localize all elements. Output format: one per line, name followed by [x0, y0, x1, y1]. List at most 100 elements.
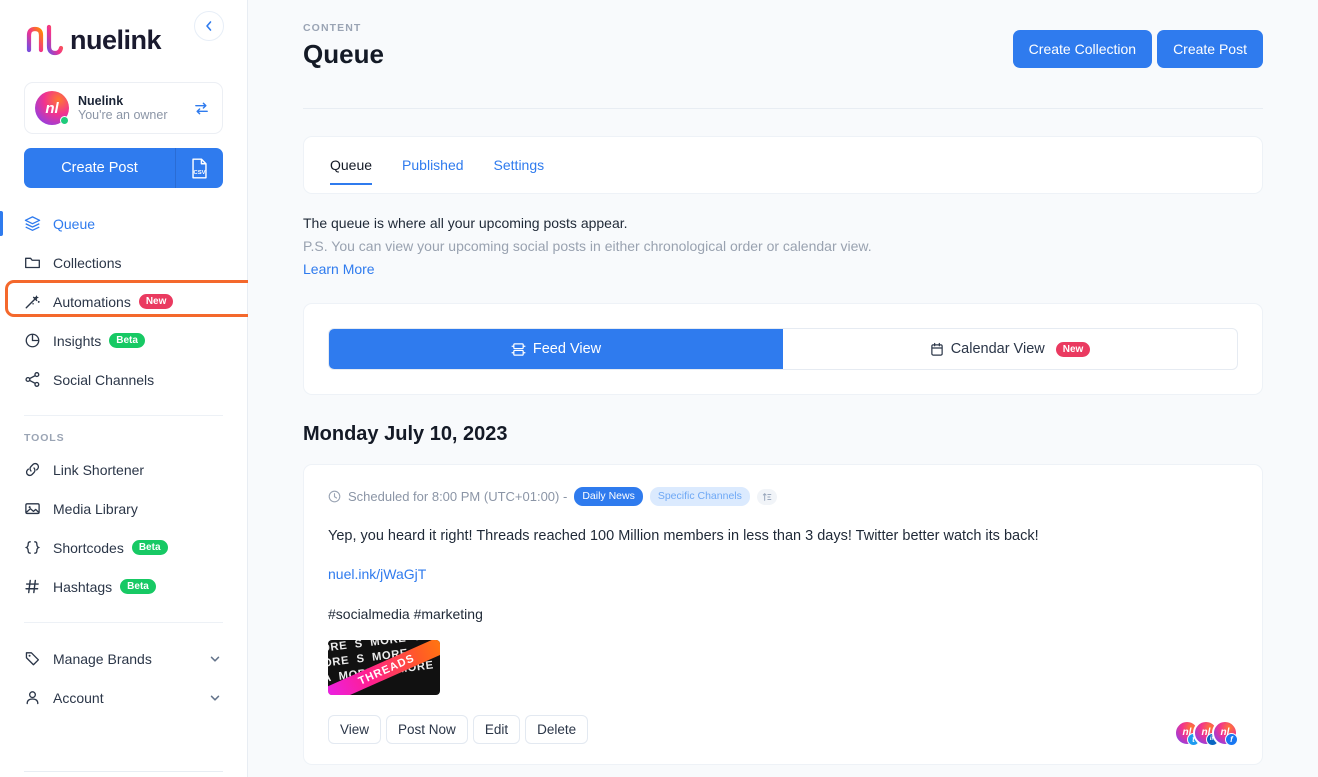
profile-text: Nuelink You're an owner [78, 94, 193, 123]
post-channel-avatars: nl t nl in nl f [1174, 719, 1238, 746]
sidebar-item-label: Collections [53, 254, 122, 271]
feed-view-label: Feed View [532, 341, 602, 358]
sidebar-item-label: Shortcodes [53, 539, 124, 556]
nuelink-logo-icon [24, 23, 66, 57]
view-button[interactable]: View [328, 714, 382, 744]
breadcrumb: CONTENT [303, 22, 362, 34]
sidebar-item-label: Account [53, 689, 104, 706]
post-short-link[interactable]: nuel.ink/jWaGjT [328, 566, 426, 582]
tools-nav: Link Shortener Media Library Shortcodes … [0, 450, 247, 606]
sidebar-item-label: Queue [53, 215, 96, 232]
post-schedule-text: Scheduled for 8:00 PM (UTC+01:00) - [348, 489, 568, 505]
sidebar-item-label: Social Channels [53, 371, 155, 388]
avatar: nl [35, 91, 69, 125]
csv-file-icon[interactable]: CSV [176, 148, 223, 188]
pie-chart-icon [24, 332, 46, 349]
workspace-profile-card[interactable]: nl Nuelink You're an owner [24, 82, 223, 134]
chevron-down-icon[interactable] [209, 692, 221, 704]
sidebar-item-label: Insights [53, 332, 102, 349]
sidebar-item-queue[interactable]: Queue [0, 204, 247, 243]
sidebar-item-link-shortener[interactable]: Link Shortener [0, 450, 247, 489]
post-hashtags: #socialmedia #marketing [328, 605, 483, 622]
sidebar-item-label: Media Library [53, 500, 138, 517]
braces-icon [24, 539, 46, 556]
post-actions: View Post Now Edit Delete [328, 714, 1238, 744]
magic-wand-icon [24, 293, 46, 310]
online-status-dot [60, 116, 69, 125]
view-mode-card: Feed View Calendar View New [303, 303, 1263, 396]
tools-section-label: TOOLS [24, 432, 65, 444]
user-icon [24, 689, 46, 706]
sidebar-item-social-channels[interactable]: Social Channels [0, 360, 247, 399]
hash-icon [24, 578, 46, 595]
switch-accounts-icon[interactable] [193, 100, 212, 117]
chevron-left-icon [206, 21, 212, 31]
clock-icon [328, 490, 341, 503]
header-divider [303, 108, 1263, 109]
tab-queue[interactable]: Queue [330, 136, 373, 194]
sidebar-item-shortcodes[interactable]: Shortcodes Beta [0, 528, 247, 567]
sort-icon[interactable] [756, 488, 777, 505]
folder-icon [24, 254, 46, 271]
chip-channels[interactable]: Specific Channels [649, 487, 750, 506]
sidebar-item-hashtags[interactable]: Hashtags Beta [0, 567, 247, 606]
post-body-text: Yep, you heard it right! Threads reached… [328, 527, 1039, 544]
sidebar-item-label: Link Shortener [53, 461, 145, 478]
feed-list-icon [511, 342, 526, 357]
page-title: Queue [303, 39, 384, 69]
layers-icon [24, 215, 46, 232]
page-header: CONTENT Queue Create Collection Create P… [303, 22, 1263, 70]
svg-text:CSV: CSV [193, 170, 205, 176]
tabs-bar: Queue Published Settings [303, 136, 1263, 194]
sidebar-item-label: Manage Brands [53, 650, 152, 667]
facebook-icon: f [1225, 732, 1238, 746]
create-collection-button[interactable]: Create Collection [1012, 30, 1153, 68]
description-line-2: P.S. You can view your upcoming social p… [303, 238, 872, 255]
sidebar-item-collections[interactable]: Collections [0, 243, 247, 282]
status-badge-new: New [1055, 341, 1091, 358]
header-actions: Create Collection Create Post [1012, 22, 1263, 68]
day-group-date: Monday July 10, 2023 [303, 423, 508, 446]
sidebar-item-insights[interactable]: Insights Beta [0, 321, 247, 360]
tag-icon [24, 650, 46, 667]
post-now-button[interactable]: Post Now [386, 714, 468, 744]
sidebar-item-label: Automations [53, 293, 131, 310]
main-content: CONTENT Queue Create Collection Create P… [248, 0, 1318, 777]
share-nodes-icon [24, 371, 46, 388]
create-post-button[interactable]: Create Post [1157, 30, 1263, 68]
status-badge-beta: Beta [120, 578, 156, 595]
delete-button[interactable]: Delete [525, 714, 589, 744]
post-card: Scheduled for 8:00 PM (UTC+01:00) - Dail… [303, 464, 1263, 765]
sidebar-create-post-button[interactable]: Create Post [24, 148, 176, 188]
channel-avatar-facebook[interactable]: nl f [1212, 719, 1238, 746]
tab-settings[interactable]: Settings [494, 136, 545, 194]
brand-name: nuelink [70, 24, 162, 55]
footer-nav: Manage Brands Account [0, 639, 247, 717]
sidebar-item-account[interactable]: Account [0, 678, 247, 717]
learn-more-link[interactable]: Learn More [303, 258, 1263, 281]
calendar-view-option[interactable]: Calendar View New [783, 329, 1237, 369]
app-root: nuelink nl Nuelink You're an owner Creat… [0, 0, 1318, 777]
chevron-down-icon[interactable] [209, 653, 221, 665]
chip-collection[interactable]: Daily News [574, 487, 643, 506]
sidebar-divider [24, 415, 223, 416]
link-icon [24, 461, 46, 478]
feed-view-option[interactable]: Feed View [329, 329, 783, 370]
queue-description: The queue is where all your upcoming pos… [303, 212, 1263, 281]
status-badge-new: New [138, 293, 174, 310]
image-icon [24, 500, 46, 517]
sidebar-item-automations[interactable]: Automations New [0, 282, 247, 321]
primary-nav: Queue Collections Automations New Insigh… [0, 204, 247, 399]
profile-name: Nuelink [78, 93, 124, 108]
sidebar: nuelink nl Nuelink You're an owner Creat… [0, 0, 260, 777]
post-thumbnail[interactable]: MORE S MORE SA MORE S MORE MORE SA MORE … [328, 639, 440, 695]
calendar-view-label: Calendar View [950, 341, 1045, 358]
sidebar-item-media-library[interactable]: Media Library [0, 489, 247, 528]
sidebar-collapse-button[interactable] [194, 11, 224, 41]
create-post-group: Create Post CSV [24, 148, 223, 188]
tab-published[interactable]: Published [402, 136, 464, 194]
sidebar-item-manage-brands[interactable]: Manage Brands [0, 639, 247, 678]
sidebar-item-label: Hashtags [53, 578, 113, 595]
profile-role: You're an owner [78, 108, 168, 122]
edit-button[interactable]: Edit [472, 714, 521, 744]
